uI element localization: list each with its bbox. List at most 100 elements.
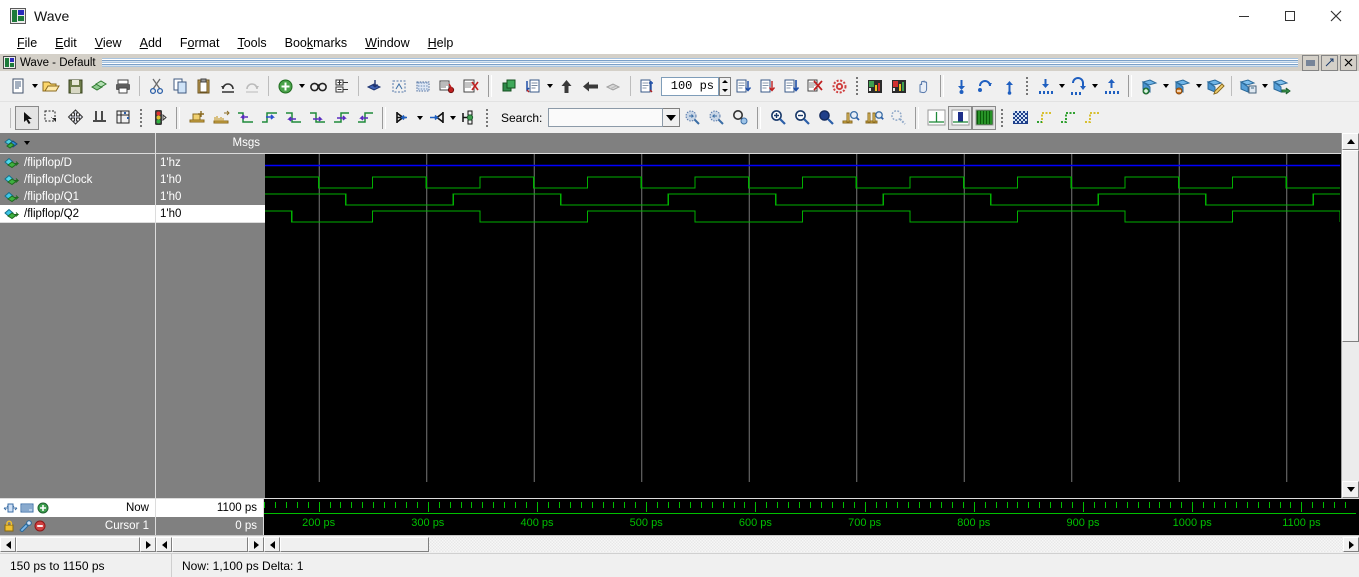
objects-header[interactable]	[0, 133, 156, 153]
pan-icon[interactable]	[63, 106, 87, 130]
vscroll-thumb[interactable]	[1342, 150, 1359, 342]
edit-grid-icon[interactable]	[111, 106, 135, 130]
grid-yellow-icon[interactable]	[1032, 106, 1056, 130]
run-length-label-icon[interactable]	[635, 74, 659, 98]
wave-insert-icon[interactable]	[185, 106, 209, 130]
search-input[interactable]	[548, 108, 663, 127]
bookmark-remove-icon[interactable]	[1170, 74, 1194, 98]
signal-row-clock[interactable]: /flipflop/Clock	[0, 171, 155, 188]
zoom-box-icon[interactable]	[39, 106, 63, 130]
collapse-time-icon[interactable]	[424, 106, 448, 130]
grid-green-icon[interactable]	[1056, 106, 1080, 130]
cursor1-row-label[interactable]: Cursor 1	[0, 517, 155, 535]
maximize-button[interactable]	[1267, 0, 1313, 31]
insert-breakpoint-icon[interactable]	[363, 74, 387, 98]
minimize-button[interactable]	[1221, 0, 1267, 31]
objects-dropdown-caret[interactable]	[22, 132, 31, 154]
cursor-measure-icon[interactable]	[87, 106, 111, 130]
wave-scroll-track[interactable]	[280, 537, 1343, 552]
vscroll-track[interactable]	[1342, 150, 1359, 481]
bookmark-add-dropdown-caret[interactable]	[1161, 75, 1170, 97]
run-length-spinner[interactable]	[719, 77, 731, 96]
value-scroll-right-button[interactable]	[248, 537, 264, 552]
signal-row-q1[interactable]: /flipflop/Q1	[0, 188, 155, 205]
compile-icon[interactable]	[497, 74, 521, 98]
name-scroll-left-button[interactable]	[0, 537, 16, 552]
memory-icon[interactable]	[887, 74, 911, 98]
menu-edit[interactable]: Edit	[46, 34, 86, 52]
bookmark-goto-icon[interactable]	[1269, 74, 1293, 98]
run-length-input[interactable]	[661, 77, 719, 96]
insert-cursor-icon[interactable]	[949, 74, 973, 98]
close-button[interactable]	[1313, 0, 1359, 31]
find-icon[interactable]	[306, 74, 330, 98]
bookmark-edit-icon[interactable]	[1203, 74, 1227, 98]
waveform-vertical-scrollbar[interactable]	[1341, 133, 1359, 498]
name-column-scrollbar[interactable]	[0, 536, 156, 553]
waveform-horizontal-scrollbar[interactable]	[264, 536, 1359, 553]
new-file-icon[interactable]	[6, 74, 30, 98]
run-continue-icon[interactable]	[755, 74, 779, 98]
grid-toggle-icon[interactable]	[1008, 106, 1032, 130]
menu-window[interactable]: Window	[356, 34, 418, 52]
print-icon[interactable]	[111, 74, 135, 98]
menu-bookmarks[interactable]: Bookmarks	[276, 34, 357, 52]
cut-icon[interactable]	[144, 74, 168, 98]
menu-add[interactable]: Add	[131, 34, 171, 52]
wave-scroll-thumb[interactable]	[280, 537, 429, 552]
scroll-up-button[interactable]	[1342, 133, 1359, 150]
wave-mosaic-icon[interactable]	[972, 106, 996, 130]
compile-options-icon[interactable]	[521, 74, 545, 98]
new-file-dropdown-caret[interactable]	[30, 75, 39, 97]
save-icon[interactable]	[63, 74, 87, 98]
edge-right-icon[interactable]	[257, 106, 281, 130]
save-all-icon[interactable]	[87, 74, 111, 98]
swap-cursor-icon[interactable]	[973, 74, 997, 98]
menu-file[interactable]: File	[8, 34, 46, 52]
compile-dropdown-caret[interactable]	[545, 75, 554, 97]
wave-scroll-left-button[interactable]	[264, 537, 280, 552]
wave-stretch-icon[interactable]	[209, 106, 233, 130]
simulate-icon[interactable]	[387, 74, 411, 98]
run-up-icon[interactable]	[554, 74, 578, 98]
collapse-time-dropdown-caret[interactable]	[448, 107, 457, 129]
zoom-range-icon[interactable]	[862, 106, 886, 130]
bookmark-add-icon[interactable]	[1137, 74, 1161, 98]
wave-stacked-icon[interactable]	[948, 106, 972, 130]
zoom-in-icon[interactable]	[766, 106, 790, 130]
zoom-cursor-icon[interactable]	[838, 106, 862, 130]
value-scroll-thumb[interactable]	[172, 537, 248, 552]
step-over-icon[interactable]	[602, 74, 626, 98]
bookmark-save-icon[interactable]	[1236, 74, 1260, 98]
search-prev-icon[interactable]	[680, 106, 704, 130]
run-all-icon[interactable]	[459, 74, 483, 98]
step-icon[interactable]	[779, 74, 803, 98]
edge-align-right-icon[interactable]	[305, 106, 329, 130]
scroll-down-button[interactable]	[1342, 481, 1359, 498]
value-scroll-track[interactable]	[172, 537, 248, 552]
expand-all-icon[interactable]	[457, 106, 481, 130]
add-wave-dropdown-caret[interactable]	[297, 75, 306, 97]
run-length-field[interactable]	[661, 77, 731, 96]
add-wave-icon[interactable]	[273, 74, 297, 98]
edge-align-left-icon[interactable]	[281, 106, 305, 130]
name-scroll-track[interactable]	[16, 537, 140, 552]
open-folder-icon[interactable]	[39, 74, 63, 98]
menu-tools[interactable]: Tools	[228, 34, 275, 52]
wave-scroll-right-button[interactable]	[1343, 537, 1359, 552]
expand-time-icon[interactable]	[391, 106, 415, 130]
wave-single-icon[interactable]	[924, 106, 948, 130]
hand-icon[interactable]	[911, 74, 935, 98]
value-scroll-left-button[interactable]	[156, 537, 172, 552]
expand-time-dropdown-caret[interactable]	[415, 107, 424, 129]
dock-button[interactable]	[1302, 55, 1319, 71]
zoom-out-icon[interactable]	[790, 106, 814, 130]
select-arrow-icon[interactable]	[15, 106, 39, 130]
waveform-plot[interactable]	[265, 154, 1341, 498]
profile-icon[interactable]	[863, 74, 887, 98]
delete-cursor-icon[interactable]	[997, 74, 1021, 98]
find-edge-icon[interactable]	[1099, 74, 1123, 98]
search-dropdown-button[interactable]	[663, 108, 680, 127]
edge-find-fall-icon[interactable]	[353, 106, 377, 130]
menu-view[interactable]: View	[86, 34, 131, 52]
